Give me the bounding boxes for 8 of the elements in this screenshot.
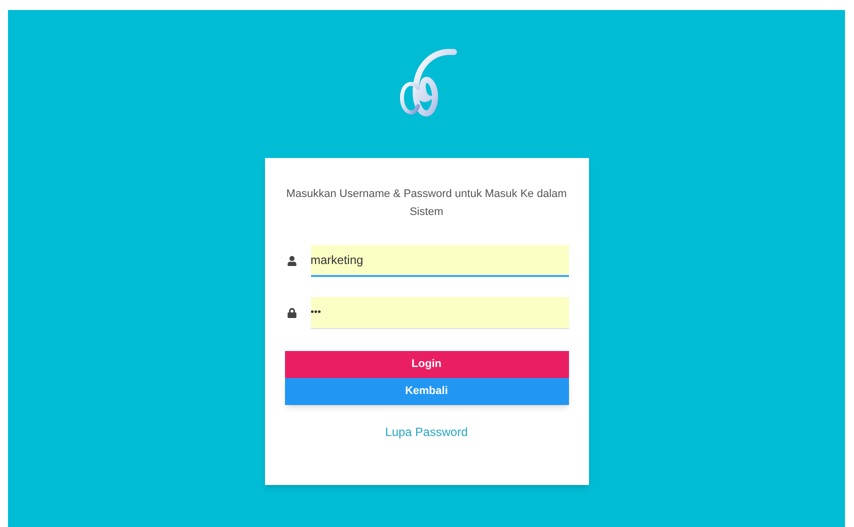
back-button[interactable]: Kembali [284,378,568,405]
login-button[interactable]: Login [284,351,568,378]
user-icon [286,256,296,266]
password-field[interactable]: ••• [310,297,568,329]
username-field[interactable]: marketing [310,245,568,277]
instruction-text: Masukkan Username & Password untuk Masuk Ke dalam Sistem [285,187,568,220]
lock-icon [286,308,296,318]
forgot-password-link[interactable]: Lupa Password [385,423,468,441]
